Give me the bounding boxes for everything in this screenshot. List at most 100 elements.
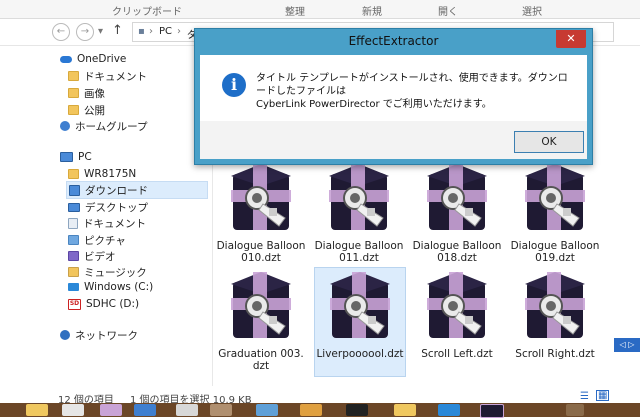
- ribbon-group-new: 新規: [362, 7, 382, 18]
- title-template-icon: [427, 164, 487, 230]
- taskbar: [0, 403, 640, 418]
- ad-widget[interactable]: ◁ ▷: [614, 338, 640, 352]
- crumb-separator-icon: ›: [149, 26, 153, 37]
- folder-taskbar-icon[interactable]: [394, 404, 416, 416]
- documents-folder-icon: [68, 217, 78, 229]
- sidebar-item-label: ドキュメント: [83, 217, 146, 230]
- info-icon: i: [222, 73, 246, 97]
- paint-taskbar-icon[interactable]: [300, 404, 322, 416]
- sidebar-item-label: ピクチャ: [84, 234, 126, 247]
- file-item-selected[interactable]: Liverpoooool.dzt: [314, 267, 406, 377]
- dialog-content: i タイトル テンプレートがインストールされ、使用できます。ダウンロードしたファ…: [200, 55, 587, 121]
- app-taskbar-icon[interactable]: [62, 404, 84, 416]
- details-view-icon[interactable]: ☰: [580, 391, 589, 402]
- homegroup-icon: [60, 121, 70, 131]
- app-taskbar-icon[interactable]: [438, 404, 460, 416]
- file-item[interactable]: Dialogue Balloon 018.dzt: [412, 160, 502, 268]
- ok-button[interactable]: OK: [514, 131, 584, 153]
- desktop-folder-icon: [68, 202, 80, 212]
- sidebar-item-desktop[interactable]: デスクトップ: [68, 199, 148, 215]
- title-template-icon: [329, 164, 389, 230]
- folder-icon: [68, 169, 79, 179]
- sidebar-item-label: ミュージック: [84, 266, 147, 279]
- large-icons-view-icon[interactable]: ▦: [596, 390, 610, 401]
- forward-button[interactable]: →: [76, 23, 94, 41]
- file-name: Dialogue Balloon 010.dzt: [216, 240, 306, 264]
- file-name: Scroll Left.dzt: [421, 348, 493, 360]
- ribbon-group-clipboard: クリップボード: [112, 7, 182, 18]
- sidebar-item-label: ダウンロード: [85, 184, 148, 197]
- file-item[interactable]: Scroll Left.dzt: [412, 268, 502, 376]
- folder-icon: [68, 105, 79, 115]
- sidebar-item-pc[interactable]: PC: [60, 149, 92, 165]
- title-template-icon: [427, 272, 487, 338]
- file-name: Liverpoooool.dzt: [316, 348, 404, 360]
- ribbon-group-select: 選択: [522, 7, 542, 18]
- sidebar-item-label: Windows (C:): [84, 281, 154, 293]
- crumb-separator-icon: ›: [177, 26, 181, 37]
- tray-icon[interactable]: [566, 404, 584, 416]
- sidebar-item-onedrive-documents[interactable]: ドキュメント: [68, 68, 147, 84]
- file-item[interactable]: Dialogue Balloon 010.dzt: [216, 160, 306, 268]
- file-name: Dialogue Balloon 019.dzt: [510, 240, 600, 264]
- title-template-icon: [525, 272, 585, 338]
- sidebar-item-onedrive-pictures[interactable]: 画像: [68, 85, 105, 101]
- sidebar-item-label: ホームグループ: [75, 120, 148, 133]
- app-taskbar-icon[interactable]: [210, 404, 232, 416]
- videos-folder-icon: [68, 251, 79, 261]
- sidebar-item-label: デスクトップ: [85, 201, 148, 214]
- title-template-icon: [525, 164, 585, 230]
- back-button[interactable]: ←: [52, 23, 70, 41]
- dialog-message-line1: タイトル テンプレートがインストールされ、使用できます。ダウンロードしたファイル…: [256, 73, 568, 97]
- file-name: Scroll Right.dzt: [515, 348, 595, 360]
- console-taskbar-icon[interactable]: [346, 404, 368, 416]
- sidebar-item-windows-c[interactable]: Windows (C:): [68, 279, 153, 295]
- sidebar-item-onedrive-public[interactable]: 公開: [68, 102, 105, 118]
- sidebar-item-label: ビデオ: [84, 250, 116, 263]
- sidebar-item-downloads[interactable]: ダウンロード: [66, 181, 208, 199]
- sidebar-item-homegroup[interactable]: ホームグループ: [60, 118, 148, 134]
- network-icon: [60, 330, 70, 340]
- app-taskbar-icon[interactable]: [100, 404, 122, 416]
- breadcrumb-pc[interactable]: PC: [159, 26, 172, 37]
- close-button[interactable]: ✕: [556, 30, 586, 48]
- sidebar-item-pictures[interactable]: ピクチャ: [68, 232, 126, 248]
- file-item[interactable]: Scroll Right.dzt: [510, 268, 600, 376]
- explorer-taskbar-icon[interactable]: [26, 404, 48, 416]
- dialog-title: EffectExtractor: [348, 34, 439, 48]
- status-bar: 12 個の項目 1 個の項目を選択 10.9 KB ☰ ▦: [0, 389, 640, 406]
- file-name: Dialogue Balloon 011.dzt: [314, 240, 404, 264]
- file-item[interactable]: Dialogue Balloon 011.dzt: [314, 160, 404, 268]
- effectextractor-taskbar-icon[interactable]: [480, 404, 504, 418]
- sidebar-item-label: 画像: [84, 87, 105, 100]
- up-button[interactable]: ↑: [112, 23, 123, 38]
- sidebar-item-label: PC: [78, 151, 92, 163]
- file-item[interactable]: Graduation 003.dzt: [216, 268, 306, 376]
- dialog-message: タイトル テンプレートがインストールされ、使用できます。ダウンロードしたファイル…: [256, 72, 576, 111]
- sidebar-item-videos[interactable]: ビデオ: [68, 248, 116, 264]
- pc-icon: [60, 152, 73, 162]
- sidebar-item-label: 公開: [84, 104, 105, 117]
- dialog-body: i タイトル テンプレートがインストールされ、使用できます。ダウンロードしたファ…: [200, 55, 587, 159]
- app-taskbar-icon[interactable]: [256, 404, 278, 416]
- sidebar-item-wr8175n[interactable]: WR8175N: [68, 166, 136, 182]
- title-template-icon: [231, 272, 291, 338]
- file-name: Graduation 003.dzt: [218, 348, 304, 372]
- music-folder-icon: [68, 267, 79, 277]
- navigation-pane: OneDrive ドキュメント 画像 公開 ホームグループ PC WR8175N…: [0, 46, 213, 386]
- sidebar-item-sdhc-d[interactable]: SD SDHC (D:): [68, 296, 139, 312]
- sidebar-item-music[interactable]: ミュージック: [68, 264, 147, 280]
- recent-dropdown-icon[interactable]: ▾: [98, 26, 103, 37]
- sidebar-item-onedrive[interactable]: OneDrive: [60, 51, 126, 67]
- sidebar-item-label: WR8175N: [84, 168, 137, 180]
- app-taskbar-icon[interactable]: [176, 404, 198, 416]
- app-taskbar-icon[interactable]: [134, 404, 156, 416]
- sidebar-item-documents[interactable]: ドキュメント: [68, 215, 146, 231]
- title-template-icon: [231, 164, 291, 230]
- pictures-folder-icon: [68, 235, 79, 245]
- pc-small-icon: ▪: [138, 26, 145, 37]
- sidebar-item-network[interactable]: ネットワーク: [60, 327, 138, 343]
- download-folder-icon: [69, 184, 80, 196]
- effectextractor-dialog: EffectExtractor ✕ i タイトル テンプレートがインストールされ…: [194, 28, 593, 165]
- file-item[interactable]: Dialogue Balloon 019.dzt: [510, 160, 600, 268]
